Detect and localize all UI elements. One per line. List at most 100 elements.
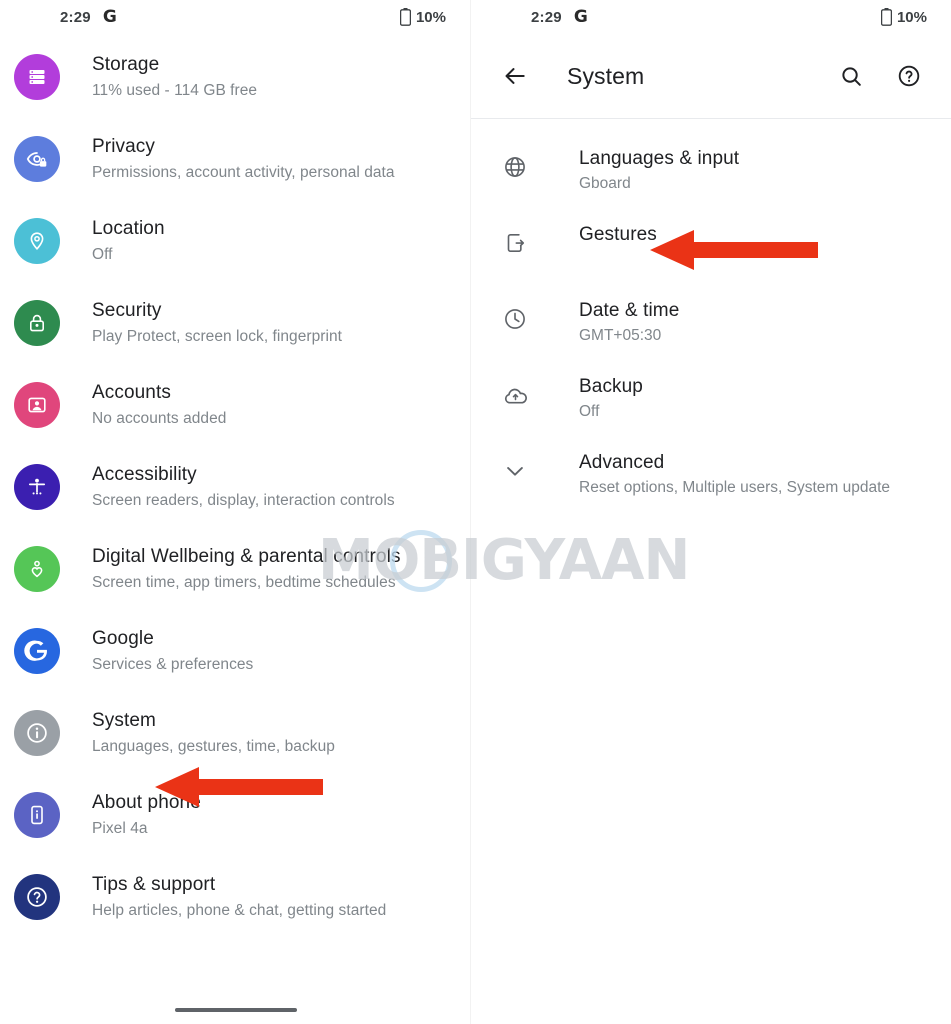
settings-row-title: Storage: [92, 54, 160, 75]
settings-row-text: Privacy Permissions, account activity, p…: [92, 132, 395, 184]
system-row-advanced[interactable]: Advanced Reset options, Multiple users, …: [471, 437, 951, 513]
settings-row-subtitle: Help articles, phone & chat, getting sta…: [92, 902, 387, 919]
settings-row-text: About phone Pixel 4a: [92, 788, 201, 840]
app-bar: System: [471, 34, 951, 118]
status-bar-right: 2:29 G 10%: [471, 0, 951, 34]
system-row-backup[interactable]: Backup Off: [471, 361, 951, 437]
storage-icon: [14, 54, 60, 100]
system-row-text: Backup Off: [579, 371, 643, 423]
system-row-title: Advanced: [579, 452, 665, 473]
clock-icon: [493, 297, 537, 341]
app-bar-actions: [835, 60, 925, 92]
settings-row-title: Google: [92, 628, 154, 649]
status-time: 2:29: [60, 8, 91, 26]
system-row-title: Gestures: [579, 224, 657, 245]
settings-row-subtitle: Services & preferences: [92, 656, 254, 673]
system-row-subtitle: Gboard: [579, 175, 631, 192]
settings-row-subtitle: Off: [92, 246, 113, 263]
system-row-text: Advanced Reset options, Multiple users, …: [579, 447, 890, 499]
system-row-date-time[interactable]: Date & time GMT+05:30: [471, 285, 951, 361]
watermark-text: MOBIGYAAN: [318, 528, 690, 593]
settings-row-subtitle: No accounts added: [92, 410, 227, 427]
privacy-eye-icon: [14, 136, 60, 182]
gestures-phone-icon: [493, 221, 537, 265]
settings-row-text: Storage 11% used - 114 GB free: [92, 50, 257, 102]
settings-row-subtitle: Languages, gestures, time, backup: [92, 738, 335, 755]
battery-icon: [880, 8, 892, 26]
system-info-icon: [14, 710, 60, 756]
system-row-text: Date & time GMT+05:30: [579, 295, 679, 347]
settings-list: Storage 11% used - 114 GB free Privacy P…: [0, 34, 470, 944]
system-row-subtitle: GMT+05:30: [579, 327, 662, 344]
chevron-down-icon: [493, 449, 537, 493]
settings-row-text: Security Play Protect, screen lock, fing…: [92, 296, 342, 348]
system-settings-list: Languages & input Gboard Gestures Date &…: [471, 119, 951, 513]
about-phone-icon: [14, 792, 60, 838]
system-row-title: Date & time: [579, 300, 680, 321]
system-row-subtitle: Reset options, Multiple users, System up…: [579, 479, 891, 496]
settings-row-text: Accounts No accounts added: [92, 378, 226, 430]
wellbeing-heart-icon: [14, 546, 60, 592]
status-time: 2:29: [531, 8, 562, 26]
settings-row-text: Tips & support Help articles, phone & ch…: [92, 870, 386, 922]
google-app-glyph-icon: G: [573, 7, 588, 27]
system-row-text: Languages & input Gboard: [579, 143, 739, 195]
settings-row-text: Location Off: [92, 214, 165, 266]
settings-row-subtitle: 11% used - 114 GB free: [92, 82, 258, 99]
settings-row-title: Accounts: [92, 382, 171, 403]
page-title: System: [567, 62, 645, 89]
settings-row-title: About phone: [92, 792, 201, 813]
settings-row-text: System Languages, gestures, time, backup: [92, 706, 335, 758]
settings-row-tips-support[interactable]: Tips & support Help articles, phone & ch…: [0, 862, 470, 944]
settings-row-subtitle: Permissions, account activity, personal …: [92, 164, 395, 181]
location-pin-icon: [14, 218, 60, 264]
settings-row-subtitle: Screen readers, display, interaction con…: [92, 492, 395, 509]
settings-row-subtitle: Pixel 4a: [92, 820, 148, 837]
screenshot-root: 2:29 G 10% Storage 11% used - 114 GB fre…: [0, 0, 951, 1024]
battery-percent: 10%: [896, 8, 927, 26]
google-app-glyph-icon: G: [102, 7, 117, 27]
system-row-text: Gestures: [579, 219, 657, 247]
settings-row-privacy[interactable]: Privacy Permissions, account activity, p…: [0, 124, 470, 206]
status-right-group: 10%: [880, 8, 927, 26]
settings-row-title: System: [92, 710, 156, 731]
settings-row-subtitle: Play Protect, screen lock, fingerprint: [92, 328, 343, 345]
settings-row-system[interactable]: System Languages, gestures, time, backup: [0, 698, 470, 780]
right-phone-screen: 2:29 G 10% System Languages & input Gboa…: [470, 0, 951, 1024]
accounts-card-icon: [14, 382, 60, 428]
settings-row-title: Privacy: [92, 136, 155, 157]
accessibility-icon: [14, 464, 60, 510]
settings-row-accounts[interactable]: Accounts No accounts added: [0, 370, 470, 452]
settings-row-text: Google Services & preferences: [92, 624, 253, 676]
status-bar-left: 2:29 G 10%: [0, 0, 470, 34]
system-row-languages-input[interactable]: Languages & input Gboard: [471, 133, 951, 209]
system-row-subtitle: Off: [579, 403, 600, 420]
search-icon[interactable]: [835, 60, 867, 92]
settings-row-title: Security: [92, 300, 162, 321]
system-row-gestures[interactable]: Gestures: [471, 209, 951, 285]
google-g-icon: [14, 628, 60, 674]
help-circle-icon[interactable]: [893, 60, 925, 92]
gesture-nav-handle-left[interactable]: [175, 1008, 297, 1012]
globe-icon: [493, 145, 537, 189]
battery-percent: 10%: [415, 8, 446, 26]
settings-row-security[interactable]: Security Play Protect, screen lock, fing…: [0, 288, 470, 370]
tips-support-icon: [14, 874, 60, 920]
back-arrow-icon[interactable]: [493, 54, 537, 98]
settings-row-title: Location: [92, 218, 165, 239]
settings-row-location[interactable]: Location Off: [0, 206, 470, 288]
system-row-title: Languages & input: [579, 148, 740, 169]
security-lock-icon: [14, 300, 60, 346]
cloud-upload-icon: [493, 373, 537, 417]
settings-row-google[interactable]: Google Services & preferences: [0, 616, 470, 698]
status-right-group: 10%: [399, 8, 446, 26]
settings-row-title: Tips & support: [92, 874, 216, 895]
settings-row-text: Accessibility Screen readers, display, i…: [92, 460, 395, 512]
battery-icon: [399, 8, 411, 26]
settings-row-accessibility[interactable]: Accessibility Screen readers, display, i…: [0, 452, 470, 534]
settings-row-storage[interactable]: Storage 11% used - 114 GB free: [0, 42, 470, 124]
settings-row-title: Accessibility: [92, 464, 197, 485]
system-row-title: Backup: [579, 376, 643, 397]
settings-row-about-phone[interactable]: About phone Pixel 4a: [0, 780, 470, 862]
left-phone-screen: 2:29 G 10% Storage 11% used - 114 GB fre…: [0, 0, 470, 1024]
